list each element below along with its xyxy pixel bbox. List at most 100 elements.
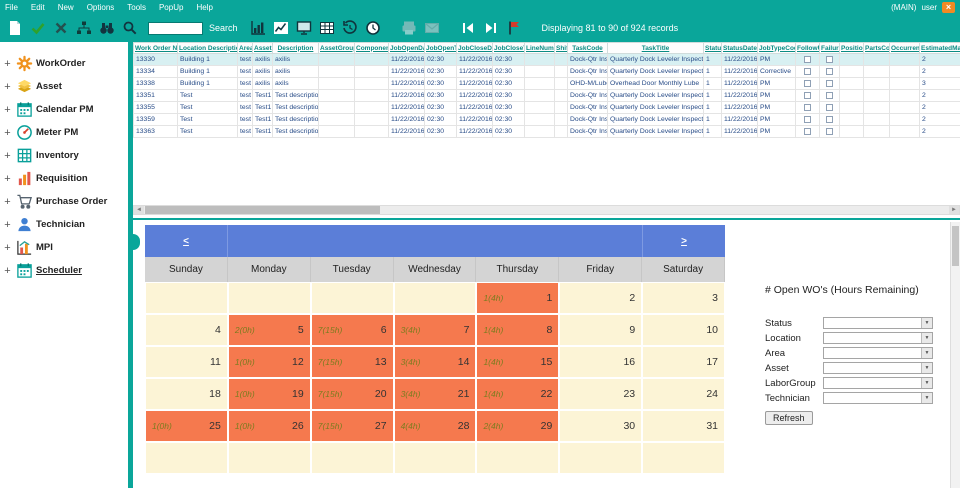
dropdown-arrow-icon[interactable]: ▼ xyxy=(921,333,932,343)
calendar-day[interactable]: 23 xyxy=(559,378,643,410)
calendar-day[interactable]: 4 xyxy=(145,314,228,346)
table-row[interactable]: 13334 Building 1 test axilis axilis 11/22/201… xyxy=(133,65,960,78)
sidebar-item-inventory[interactable]: + Inventory xyxy=(0,144,128,167)
sidebar-item-purchase-order[interactable]: + Purchase Order xyxy=(0,190,128,213)
checkbox[interactable] xyxy=(804,127,811,135)
table-row[interactable]: 13330 Building 1 test axilis axilis 11/22/201… xyxy=(133,53,960,66)
checkbox[interactable] xyxy=(826,115,833,123)
menu-help[interactable]: Help xyxy=(196,3,212,12)
calendar-day[interactable]: 1(0h) 19 xyxy=(227,378,311,410)
column-header-shift[interactable]: Shift xyxy=(554,42,568,54)
dropdown-arrow-icon[interactable]: ▼ xyxy=(921,363,932,373)
table-view-button[interactable] xyxy=(316,17,339,39)
column-header-assetgroup[interactable]: AssetGroup xyxy=(318,42,355,54)
org-chart-button[interactable] xyxy=(72,17,95,39)
sidebar-item-mpi[interactable]: + MPI xyxy=(0,236,128,259)
dropdown-arrow-icon[interactable]: ▼ xyxy=(921,348,932,358)
calendar-day[interactable]: 7(15h) 6 xyxy=(310,314,394,346)
calendar-day[interactable]: 24 xyxy=(642,378,726,410)
column-header-component[interactable]: Component xyxy=(354,42,389,54)
calendar-day[interactable] xyxy=(145,282,228,314)
new-record-button[interactable] xyxy=(3,17,26,39)
calendar-day[interactable] xyxy=(227,442,311,474)
monitor-button[interactable] xyxy=(293,17,316,39)
clock-button[interactable] xyxy=(362,17,385,39)
column-header-work-order-number[interactable]: Work Order Number xyxy=(133,42,178,54)
calendar-day[interactable]: 7(15h) 13 xyxy=(310,346,394,378)
expand-icon[interactable]: + xyxy=(3,104,12,116)
calendar-day[interactable]: 3(4h) 7 xyxy=(393,314,477,346)
technician-select[interactable]: ▼ xyxy=(823,392,933,404)
calendar-next-link[interactable]: > xyxy=(681,236,687,247)
sidebar-item-asset[interactable]: + Asset xyxy=(0,75,128,98)
calendar-day[interactable]: 9 xyxy=(559,314,643,346)
column-header-failure[interactable]: Failure xyxy=(819,42,840,54)
checkbox[interactable] xyxy=(826,103,833,111)
column-header-status[interactable]: Status xyxy=(703,42,722,54)
location-select[interactable]: ▼ xyxy=(823,332,933,344)
collapse-handle-icon[interactable] xyxy=(133,234,140,250)
vertical-scrollbar-thumb[interactable] xyxy=(952,226,959,266)
calendar-day[interactable]: 1(0h) 25 xyxy=(145,410,228,442)
laborgroup-select[interactable]: ▼ xyxy=(823,377,933,389)
calendar-day[interactable]: 16 xyxy=(559,346,643,378)
calendar-prev-link[interactable]: < xyxy=(183,236,189,247)
calendar-day[interactable]: 3(4h) 21 xyxy=(393,378,477,410)
dropdown-arrow-icon[interactable]: ▼ xyxy=(921,393,932,403)
email-button[interactable] xyxy=(421,17,444,39)
print-button[interactable] xyxy=(398,17,421,39)
checkbox[interactable] xyxy=(826,127,833,135)
sidebar-item-scheduler[interactable]: + Scheduler xyxy=(0,259,128,282)
dropdown-arrow-icon[interactable]: ▼ xyxy=(921,318,932,328)
calendar-day[interactable] xyxy=(145,442,228,474)
horizontal-scrollbar-thumb[interactable] xyxy=(145,206,380,214)
calendar-day[interactable] xyxy=(310,282,394,314)
checkbox[interactable] xyxy=(804,79,811,87)
calendar-day[interactable] xyxy=(227,282,311,314)
calendar-day[interactable]: 2(0h) 5 xyxy=(227,314,311,346)
column-header-description[interactable]: Description xyxy=(272,42,319,54)
column-header-location-description[interactable]: Location Description xyxy=(177,42,238,54)
expand-icon[interactable]: + xyxy=(3,173,12,185)
column-header-partscost[interactable]: PartsCost xyxy=(863,42,890,54)
close-button[interactable]: × xyxy=(942,1,955,13)
column-header-jobtypecode[interactable]: JobTypeCode xyxy=(757,42,796,54)
column-header-area[interactable]: Area xyxy=(237,42,253,54)
calendar-day[interactable] xyxy=(393,442,477,474)
calendar-day[interactable]: 2 xyxy=(559,282,643,314)
calendar-day[interactable]: 4(4h) 28 xyxy=(393,410,477,442)
expand-icon[interactable]: + xyxy=(3,58,12,70)
status-select[interactable]: ▼ xyxy=(823,317,933,329)
calendar-day[interactable]: 17 xyxy=(642,346,726,378)
calendar-day[interactable]: 10 xyxy=(642,314,726,346)
calendar-day[interactable]: 31 xyxy=(642,410,726,442)
table-row[interactable]: 13363 Test test Test1 Test description 11/22/… xyxy=(133,125,960,138)
search-input[interactable] xyxy=(148,21,203,35)
last-record-button[interactable] xyxy=(480,17,503,39)
sidebar-item-calendar-pm[interactable]: + Calendar PM xyxy=(0,98,128,121)
column-header-jobclosedate[interactable]: JobCloseDate xyxy=(456,42,493,54)
calendar-day[interactable]: 1(4h) 1 xyxy=(476,282,560,314)
scroll-left-arrow[interactable]: ◄ xyxy=(134,206,144,214)
find-button[interactable] xyxy=(95,17,118,39)
expand-icon[interactable]: + xyxy=(3,127,12,139)
bar-chart-button[interactable] xyxy=(247,17,270,39)
scroll-right-arrow[interactable]: ► xyxy=(949,206,959,214)
column-header-tasktitle[interactable]: TaskTitle xyxy=(607,42,704,54)
checkbox[interactable] xyxy=(804,91,811,99)
area-select[interactable]: ▼ xyxy=(823,347,933,359)
refresh-button[interactable]: Refresh xyxy=(765,411,813,425)
calendar-day[interactable]: 18 xyxy=(145,378,228,410)
calendar-day[interactable]: 3 xyxy=(642,282,726,314)
calendar-day[interactable]: 1(4h) 22 xyxy=(476,378,560,410)
calendar-day[interactable] xyxy=(559,442,643,474)
menu-edit[interactable]: Edit xyxy=(31,3,45,12)
calendar-day[interactable] xyxy=(476,442,560,474)
line-chart-button[interactable] xyxy=(270,17,293,39)
calendar-day[interactable]: 2(4h) 29 xyxy=(476,410,560,442)
calendar-day[interactable]: 7(15h) 27 xyxy=(310,410,394,442)
checkbox[interactable] xyxy=(826,79,833,87)
dropdown-arrow-icon[interactable]: ▼ xyxy=(921,378,932,388)
calendar-day[interactable]: 3(4h) 14 xyxy=(393,346,477,378)
checkbox[interactable] xyxy=(826,55,833,63)
